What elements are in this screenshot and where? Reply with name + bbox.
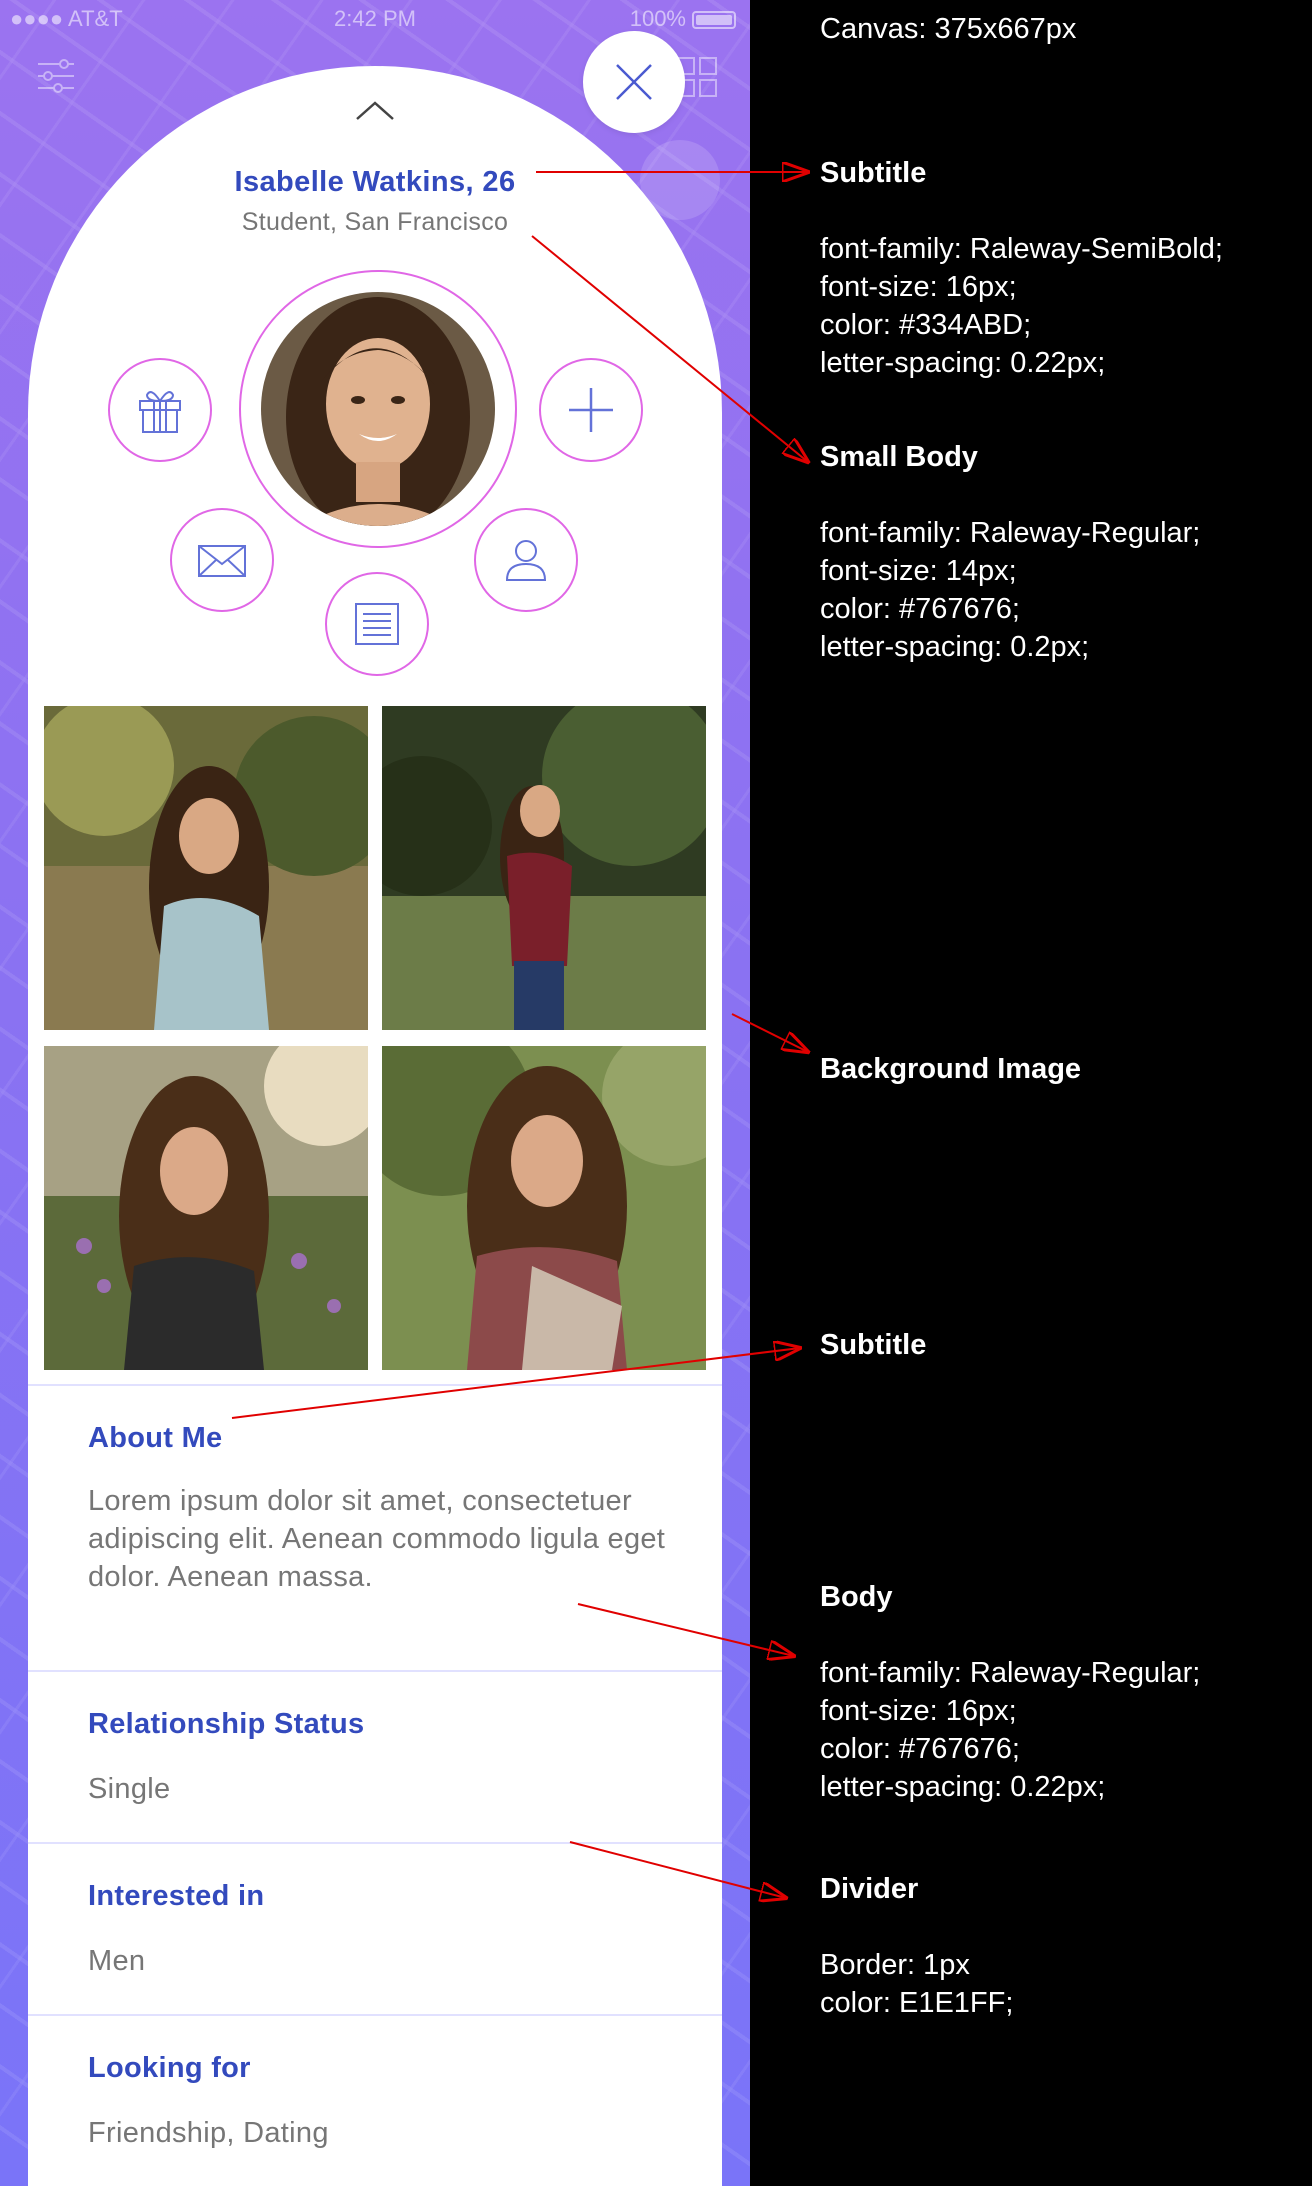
section-body-relationship-status: Single xyxy=(88,1773,171,1805)
divider xyxy=(28,1842,722,1844)
annotation-line: color: #334ABD; xyxy=(820,309,1032,341)
annotation-line: letter-spacing: 0.22px; xyxy=(820,1771,1106,1803)
annotation-line: letter-spacing: 0.2px; xyxy=(820,631,1090,663)
annotation-line: font-size: 16px; xyxy=(820,1695,1017,1727)
annotation-subtitle-2: Subtitle xyxy=(820,1326,926,1364)
document-icon xyxy=(355,603,399,645)
profile-card: Isabelle Watkins, 26 Student, San Franci… xyxy=(28,66,722,2186)
annotation-title: Divider xyxy=(820,1873,919,1905)
gift-icon xyxy=(139,391,181,433)
battery-icon xyxy=(692,11,736,30)
profile-subtitle: Student, San Francisco xyxy=(241,208,509,236)
message-button[interactable] xyxy=(170,508,274,612)
annotation-background-image: Background Image xyxy=(820,1050,1081,1088)
person-icon xyxy=(505,540,547,581)
annotation-subtitle: Subtitle font-family: Raleway-SemiBold; … xyxy=(820,154,1223,382)
section-body-interested-in: Men xyxy=(88,1945,146,1977)
gallery-photo[interactable] xyxy=(382,1046,706,1370)
annotation-body: Body font-family: Raleway-Regular; font-… xyxy=(820,1578,1200,1806)
battery-indicator: 100% xyxy=(630,6,736,32)
divider xyxy=(28,2014,722,2016)
annotation-title: Subtitle xyxy=(820,157,927,189)
annotation-title: Small Body xyxy=(820,441,978,473)
annotation-line: color: E1E1FF; xyxy=(820,1987,1014,2019)
mail-icon xyxy=(198,545,246,577)
section-body-looking-for: Friendship, Dating xyxy=(88,2117,329,2149)
divider xyxy=(28,1384,722,1386)
annotation-small-body: Small Body font-family: Raleway-Regular;… xyxy=(820,438,1200,666)
annotation-line: color: #767676; xyxy=(820,1733,1020,1765)
gallery-photo[interactable] xyxy=(44,1046,368,1370)
add-button[interactable] xyxy=(539,358,643,462)
annotation-line: letter-spacing: 0.22px; xyxy=(820,347,1106,379)
profile-name: Isabelle Watkins, 26 xyxy=(234,166,516,198)
section-title-relationship-status: Relationship Status xyxy=(88,1708,365,1740)
profile-button[interactable] xyxy=(474,508,578,612)
annotation-line: font-size: 14px; xyxy=(820,555,1017,587)
divider xyxy=(28,1670,722,1672)
annotation-title: Background Image xyxy=(820,1053,1082,1085)
gallery-photo[interactable] xyxy=(382,706,706,1030)
section-title-about-me: About Me xyxy=(88,1422,223,1454)
close-button[interactable] xyxy=(583,31,685,133)
annotation-line: font-size: 16px; xyxy=(820,271,1017,303)
annotation-divider: Divider Border: 1px color: E1E1FF; xyxy=(820,1870,1013,2022)
phone-screen: ●●●● AT&T 2:42 PM 100% Isabelle Watkins,… xyxy=(0,0,750,2186)
gift-button[interactable] xyxy=(108,358,212,462)
annotation-line: font-family: Raleway-Regular; xyxy=(820,517,1201,549)
filters-icon[interactable] xyxy=(36,56,76,96)
avatar-ring xyxy=(239,270,517,548)
annotation-canvas: Canvas: 375x667px xyxy=(820,13,1077,45)
annotation-title: Subtitle xyxy=(820,1329,927,1361)
annotation-line: Border: 1px xyxy=(820,1949,970,1981)
notes-button[interactable] xyxy=(325,572,429,676)
annotation-title: Body xyxy=(820,1581,893,1613)
annotation-line: font-family: Raleway-SemiBold; xyxy=(820,233,1223,265)
annotation-line: font-family: Raleway-Regular; xyxy=(820,1657,1201,1689)
close-icon xyxy=(616,64,652,100)
gallery-photo[interactable] xyxy=(44,706,368,1030)
section-title-looking-for: Looking for xyxy=(88,2052,251,2084)
battery-label: 100% xyxy=(629,6,686,31)
chevron-up-icon[interactable] xyxy=(354,100,396,122)
plus-icon xyxy=(569,388,613,432)
section-body-about-me: Lorem ipsum dolor sit amet, consectetuer… xyxy=(88,1485,666,1593)
avatar[interactable] xyxy=(261,292,495,526)
annotation-line: color: #767676; xyxy=(820,593,1020,625)
section-title-interested-in: Interested in xyxy=(88,1880,265,1912)
